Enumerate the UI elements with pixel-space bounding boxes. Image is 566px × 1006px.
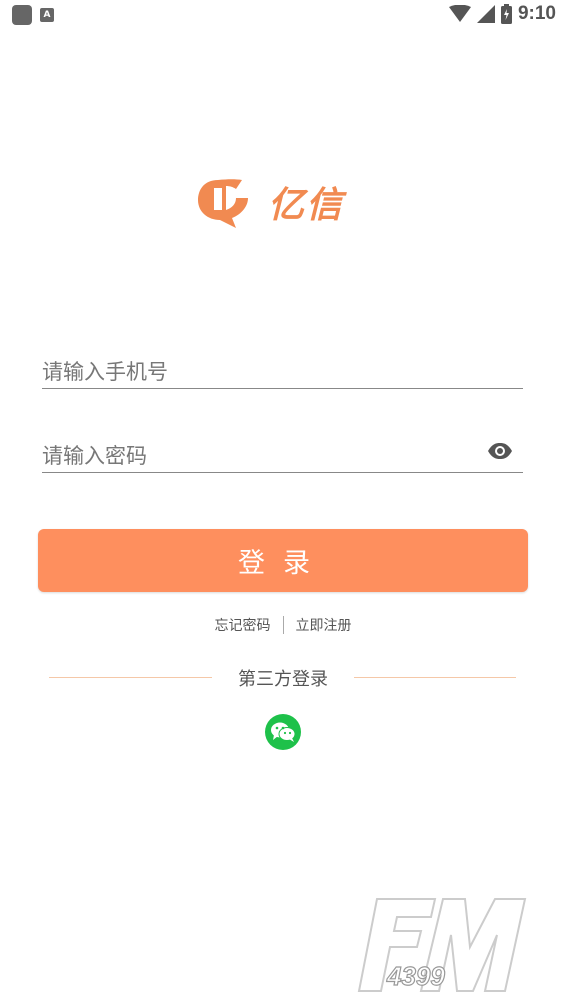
battery-icon (500, 4, 512, 24)
phone-placeholder[interactable]: 请输入手机号 (42, 356, 168, 386)
password-field[interactable]: 请输入密码 (42, 434, 523, 473)
password-placeholder[interactable]: 请输入密码 (42, 440, 147, 470)
logo-text: 亿信 (268, 185, 345, 226)
fm4399-watermark: 4399 (357, 898, 527, 992)
forgot-password-link[interactable]: 忘记密码 (215, 615, 271, 635)
divider-line-right (354, 677, 516, 678)
app-icon (12, 5, 32, 25)
signal-icon (476, 5, 495, 23)
wifi-icon (448, 5, 471, 22)
login-button[interactable]: 登录 (38, 529, 528, 592)
third-party-login-divider: 第三方登录 (0, 665, 566, 690)
svg-text:4399: 4399 (386, 961, 445, 991)
eye-icon[interactable] (487, 442, 513, 460)
link-divider (282, 616, 284, 634)
status-bar: A 9:10 (0, 0, 566, 30)
clock: 9:10 (517, 3, 556, 24)
divider-line-left (49, 677, 212, 678)
notification-a-icon: A (40, 8, 54, 22)
register-link[interactable]: 立即注册 (296, 615, 352, 635)
wechat-icon (271, 722, 296, 742)
app-logo: 亿信 (196, 176, 344, 228)
phone-field[interactable]: 请输入手机号 (42, 352, 523, 389)
auth-links: 忘记密码 立即注册 (0, 615, 566, 635)
logo-mark-icon (198, 179, 248, 228)
third-party-login-label: 第三方登录 (238, 669, 328, 690)
wechat-login-button[interactable] (265, 714, 301, 750)
